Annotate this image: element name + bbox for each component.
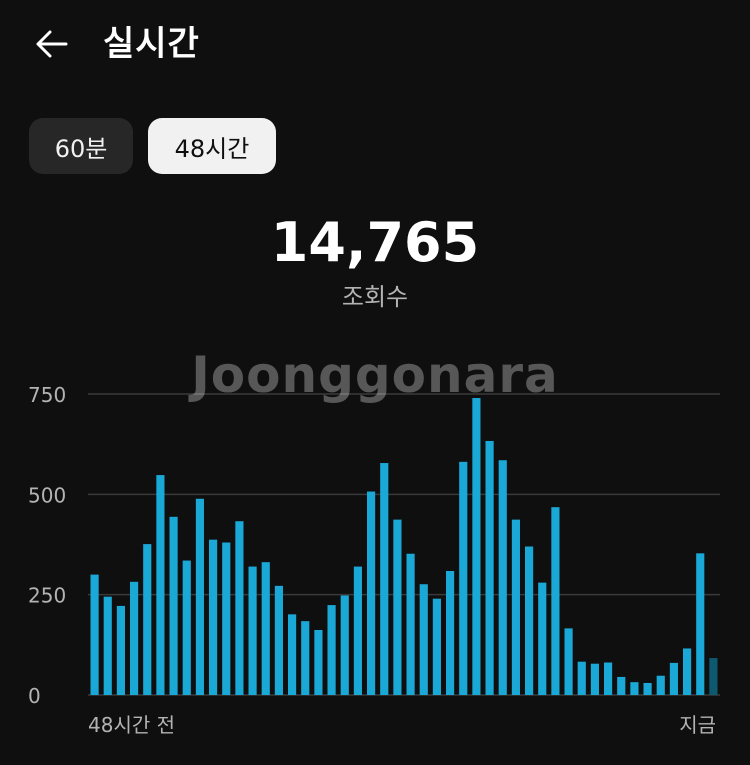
bar[interactable] <box>656 675 665 695</box>
tab-48-hours[interactable]: 48시간 <box>148 118 276 174</box>
bar[interactable] <box>274 585 283 695</box>
bar[interactable] <box>617 676 626 695</box>
bar[interactable] <box>643 682 652 695</box>
bar[interactable] <box>327 605 336 695</box>
bar[interactable] <box>301 621 310 695</box>
bar[interactable] <box>353 566 362 695</box>
bar[interactable] <box>446 570 455 695</box>
top-app-bar: 실시간 <box>0 0 750 90</box>
bar[interactable] <box>419 584 428 695</box>
bar[interactable] <box>683 648 692 695</box>
page-title: 실시간 <box>103 24 200 64</box>
bar[interactable] <box>472 398 481 695</box>
bar[interactable] <box>261 562 270 695</box>
bar-current-hour[interactable] <box>709 658 718 695</box>
bar[interactable] <box>406 553 415 695</box>
bar[interactable] <box>393 519 402 695</box>
back-button[interactable] <box>30 22 74 66</box>
tab-60-minutes[interactable]: 60분 <box>29 118 133 174</box>
bar[interactable] <box>116 605 125 695</box>
bar[interactable] <box>538 582 547 695</box>
bar[interactable] <box>525 546 534 695</box>
bar[interactable] <box>169 516 178 695</box>
bar[interactable] <box>696 553 705 695</box>
bar[interactable] <box>182 560 191 695</box>
bar[interactable] <box>156 475 165 695</box>
bar[interactable] <box>209 539 218 695</box>
arrow-left-icon <box>36 30 68 58</box>
bar[interactable] <box>604 662 613 695</box>
bar[interactable] <box>90 574 99 695</box>
bar[interactable] <box>380 463 389 695</box>
y-tick-label: 0 <box>28 684 41 708</box>
views-label: 조회수 <box>341 283 409 311</box>
bar[interactable] <box>485 440 494 695</box>
bar[interactable] <box>367 491 376 695</box>
bar[interactable] <box>288 614 297 695</box>
bar[interactable] <box>551 507 560 695</box>
bar[interactable] <box>130 581 139 695</box>
views-bar-chart: 750 500 250 0 48시간 전 지금 <box>28 383 720 737</box>
bar[interactable] <box>314 629 323 695</box>
bar[interactable] <box>248 566 257 695</box>
x-start-label: 48시간 전 <box>88 713 175 737</box>
bar[interactable] <box>459 461 468 695</box>
bar[interactable] <box>235 521 244 695</box>
y-tick-label: 250 <box>28 584 66 608</box>
bar[interactable] <box>564 628 573 695</box>
bar[interactable] <box>590 663 599 695</box>
bar[interactable] <box>222 542 231 695</box>
x-end-label: 지금 <box>679 713 716 737</box>
bar[interactable] <box>498 460 507 695</box>
bar[interactable] <box>630 682 639 695</box>
y-tick-label: 750 <box>28 383 66 407</box>
views-count: 14,765 <box>270 211 480 274</box>
bar[interactable] <box>195 498 204 695</box>
bar[interactable] <box>340 595 349 695</box>
bar[interactable] <box>103 596 112 695</box>
bar[interactable] <box>511 519 520 695</box>
bar[interactable] <box>143 544 152 695</box>
y-tick-label: 500 <box>28 483 66 507</box>
bar[interactable] <box>577 661 586 695</box>
bar[interactable] <box>432 598 441 695</box>
bar[interactable] <box>669 662 678 695</box>
